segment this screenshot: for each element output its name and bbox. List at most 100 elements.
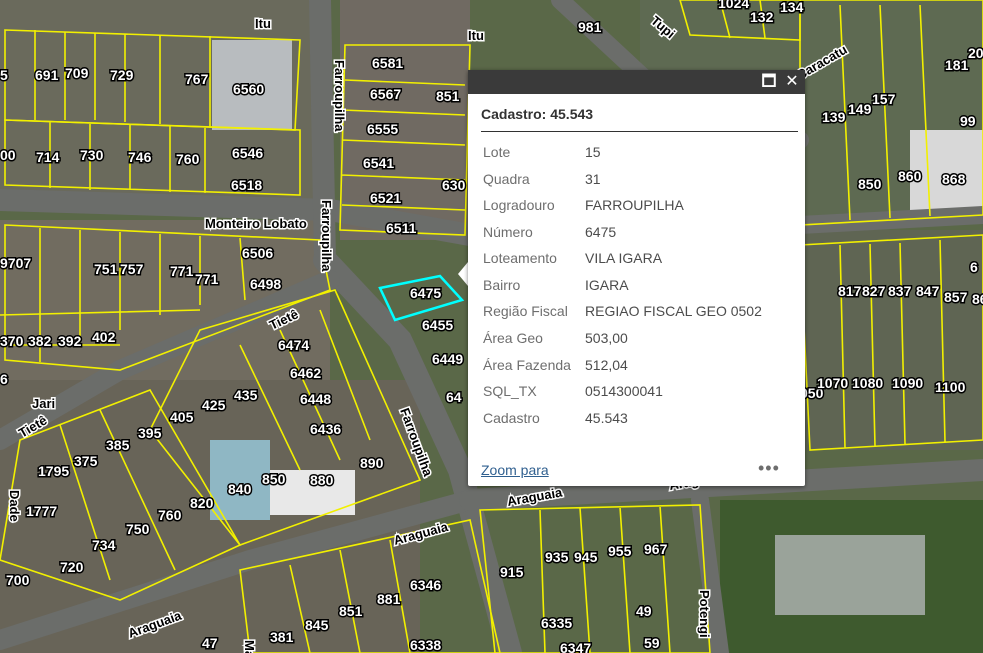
lot-number-label: 857 bbox=[944, 289, 968, 305]
lot-number-label: 157 bbox=[872, 91, 896, 107]
field-row-area-fazenda: Área Fazenda 512,04 bbox=[483, 357, 628, 373]
field-value: 503,00 bbox=[585, 330, 628, 346]
lot-number-label: 955 bbox=[608, 543, 632, 559]
lot-number-label: 381 bbox=[270, 629, 294, 645]
lot-number-label: 691 bbox=[35, 67, 59, 83]
lot-number-label: 845 bbox=[305, 617, 329, 633]
lot-number-label: 630 bbox=[442, 177, 466, 193]
lot-number-label: 840 bbox=[228, 481, 252, 497]
feature-popup[interactable]: 🗖 ✕ Cadastro: 45.543 Lote 15 Quadra 31 Log… bbox=[468, 70, 805, 486]
field-value: REGIAO FISCAL GEO 0502 bbox=[585, 303, 762, 319]
field-label: Número bbox=[483, 224, 533, 240]
lot-number-label: 6546 bbox=[232, 145, 263, 161]
lot-number-label: 405 bbox=[170, 409, 194, 425]
lot-number-label: 6521 bbox=[370, 190, 401, 206]
field-row-cadastro: Cadastro 45.543 bbox=[483, 410, 628, 426]
lot-number-label: 820 bbox=[190, 495, 214, 511]
popup-pointer bbox=[458, 262, 468, 286]
street-label: Itu bbox=[468, 28, 484, 43]
lot-number-label: 6474 bbox=[278, 337, 309, 353]
lot-number-label: 149 bbox=[848, 101, 872, 117]
lot-number-label: 767 bbox=[185, 71, 209, 87]
map-view[interactable]: Itu Itu Tupi Farroupilha Farroupilha Farroupi… bbox=[0, 0, 983, 653]
lot-number-label: 1100 bbox=[935, 379, 966, 395]
lot-number-label: 714 bbox=[36, 149, 60, 165]
zoom-to-link[interactable]: Zoom para bbox=[481, 462, 549, 478]
field-row-numero: Número 6475 bbox=[483, 224, 616, 240]
lot-number-label: 6462 bbox=[290, 365, 321, 381]
lot-number-label: 1090 bbox=[892, 375, 923, 391]
field-label: Loteamento bbox=[483, 250, 557, 266]
lot-number-label: 890 bbox=[360, 455, 384, 471]
field-label: Quadra bbox=[483, 171, 530, 187]
field-label: Região Fiscal bbox=[483, 303, 568, 319]
lot-number-label: 734 bbox=[92, 537, 116, 553]
lot-number-label: 6455 bbox=[422, 317, 453, 333]
lot-number-label: 6 bbox=[0, 371, 8, 387]
lot-number-label: 851 bbox=[339, 603, 363, 619]
field-value: VILA IGARA bbox=[585, 250, 663, 266]
lot-number-label: 817 bbox=[838, 283, 862, 299]
lot-number-label: 700 bbox=[6, 572, 30, 588]
lot-number-label: 1070 bbox=[817, 375, 848, 391]
field-row-quadra: Quadra 31 bbox=[483, 171, 601, 187]
street-label: Jari bbox=[32, 396, 55, 411]
lot-number-label: 00 bbox=[0, 147, 16, 163]
field-row-lote: Lote 15 bbox=[483, 144, 601, 160]
lot-number-label: 720 bbox=[60, 559, 84, 575]
more-dots-icon[interactable]: ••• bbox=[758, 458, 780, 479]
field-label: Cadastro bbox=[483, 410, 540, 426]
field-value: 512,04 bbox=[585, 357, 628, 373]
lot-number-label: 757 bbox=[120, 261, 144, 277]
lot-number-label: 850 bbox=[858, 176, 882, 192]
lot-number-label: 6449 bbox=[432, 351, 463, 367]
field-row-bairro: Bairro IGARA bbox=[483, 277, 629, 293]
field-label: Área Fazenda bbox=[483, 357, 571, 373]
lot-number-label: 5 bbox=[0, 67, 8, 83]
close-icon[interactable]: ✕ bbox=[783, 73, 801, 91]
lot-number-label: 99 bbox=[960, 113, 976, 129]
field-value: 45.543 bbox=[585, 410, 628, 426]
lot-number-label: 435 bbox=[234, 387, 258, 403]
lot-number-label: 760 bbox=[176, 151, 200, 167]
lot-number-label: 6511 bbox=[386, 220, 417, 236]
lot-number-label: 1795 bbox=[38, 463, 69, 479]
lot-number-label: 395 bbox=[138, 425, 162, 441]
lot-number-label: 134 bbox=[780, 0, 804, 15]
popup-title: Cadastro: 45.543 bbox=[481, 106, 594, 122]
lot-number-label: 771 bbox=[170, 263, 194, 279]
lot-number-label: 6567 bbox=[370, 86, 401, 102]
lot-number-label: 750 bbox=[126, 521, 150, 537]
field-value: IGARA bbox=[585, 277, 629, 293]
lot-number-label: 139 bbox=[822, 109, 846, 125]
lot-number-label: 385 bbox=[106, 437, 130, 453]
field-label: Bairro bbox=[483, 277, 521, 293]
lot-number-label: 370 bbox=[0, 333, 24, 349]
field-value: 6475 bbox=[585, 224, 617, 240]
lot-number-label: 709 bbox=[65, 65, 89, 81]
street-label: Monteiro Lobato bbox=[205, 216, 307, 231]
field-label: Logradouro bbox=[483, 197, 555, 213]
maximize-icon[interactable]: 🗖 bbox=[760, 73, 778, 91]
lot-number-label: 6 bbox=[970, 259, 978, 275]
lot-number-label: 59 bbox=[644, 635, 660, 651]
field-label: Lote bbox=[483, 144, 511, 160]
lot-number-label: 6506 bbox=[242, 245, 273, 261]
field-row-loteamento: Loteamento VILA IGARA bbox=[483, 250, 662, 266]
street-label: Farroupilha bbox=[319, 200, 334, 272]
lot-number-label: 181 bbox=[945, 57, 969, 73]
lot-number-label: 1080 bbox=[852, 375, 883, 391]
lot-number-label: 49 bbox=[636, 603, 652, 619]
lot-number-label: 6541 bbox=[363, 155, 394, 171]
lot-number-label: 6498 bbox=[250, 276, 281, 292]
lot-number-label: 751 bbox=[94, 261, 118, 277]
lot-number-label: 382 bbox=[28, 333, 52, 349]
lot-number-label: 837 bbox=[888, 283, 912, 299]
lot-number-label: 729 bbox=[110, 67, 134, 83]
lot-number-label: 425 bbox=[202, 397, 226, 413]
lot-number-label: 847 bbox=[916, 283, 940, 299]
lot-number-label: 771 bbox=[195, 271, 219, 287]
lot-number-label: 881 bbox=[377, 591, 401, 607]
lot-number-label: 375 bbox=[74, 453, 98, 469]
lot-number-label: 9707 bbox=[0, 255, 31, 271]
